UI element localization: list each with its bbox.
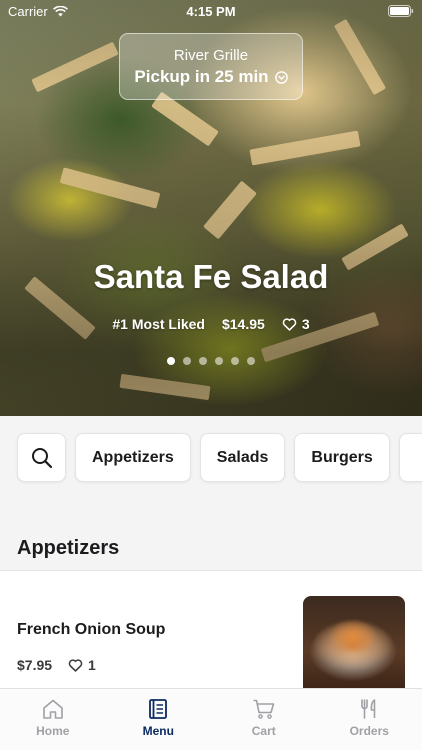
tab-home-label: Home	[36, 724, 70, 738]
tab-cart-label: Cart	[251, 724, 276, 738]
cart-icon	[253, 699, 275, 719]
menu-screen: Carrier 4:15 PM River Grille Pickup in 2…	[0, 0, 422, 750]
carousel-dot[interactable]	[247, 357, 255, 365]
carousel-dot[interactable]	[215, 357, 223, 365]
featured-likes[interactable]: 3	[282, 316, 310, 332]
menu-item-meta: $7.95 1	[17, 657, 96, 673]
tab-bar: Home Menu Cart Orders	[0, 688, 422, 750]
tab-orders-label: Orders	[349, 724, 389, 738]
featured-title: Santa Fe Salad	[93, 258, 329, 295]
search-icon	[31, 447, 52, 468]
search-button[interactable]	[17, 433, 66, 482]
menu-item-name: French Onion Soup	[17, 621, 166, 638]
menu-item-price: $7.95	[17, 657, 53, 673]
tab-cart[interactable]: Cart	[211, 689, 317, 750]
featured-likes-count: 3	[301, 316, 310, 332]
menu-item-list: French Onion Soup $7.95 1	[0, 570, 422, 689]
category-bar: Appetizers Salads Burgers	[17, 433, 422, 482]
location-selector[interactable]: River Grille Pickup in 25 min	[119, 33, 303, 100]
featured-badge: #1 Most Liked	[112, 316, 205, 332]
restaurant-name: River Grille	[173, 47, 249, 64]
battery-icon	[388, 5, 414, 20]
carousel-dot[interactable]	[231, 357, 239, 365]
heart-icon	[68, 659, 83, 672]
featured-price: $14.95	[221, 316, 265, 332]
home-icon	[42, 699, 63, 719]
featured-meta: #1 Most Liked $14.95 3	[0, 316, 422, 332]
carousel-dot[interactable]	[167, 357, 175, 365]
category-salads[interactable]: Salads	[199, 433, 286, 482]
orders-icon	[361, 699, 376, 719]
menu-item-likes[interactable]: 1	[68, 657, 96, 673]
carousel-dot[interactable]	[199, 357, 207, 365]
pickup-time: Pickup in 25 min	[120, 67, 302, 87]
menu-item-photo	[303, 596, 405, 689]
heart-icon	[282, 318, 297, 331]
carousel-dot[interactable]	[183, 357, 191, 365]
pickup-label: Pickup in 25 min	[134, 67, 269, 86]
status-time: 4:15 PM	[186, 4, 236, 19]
menu-icon	[149, 699, 168, 719]
category-more[interactable]	[398, 433, 422, 482]
tab-orders[interactable]: Orders	[317, 689, 422, 750]
category-appetizers[interactable]: Appetizers	[75, 433, 191, 482]
status-bar: Carrier 4:15 PM	[0, 0, 422, 22]
menu-item-likes-count: 1	[88, 657, 96, 673]
featured-hero[interactable]: Carrier 4:15 PM River Grille Pickup in 2…	[0, 0, 422, 416]
tab-home[interactable]: Home	[0, 689, 106, 750]
carousel-page-indicator[interactable]	[0, 357, 422, 365]
section-title: Appetizers	[17, 537, 120, 559]
tab-menu[interactable]: Menu	[106, 689, 212, 750]
tab-menu-label: Menu	[142, 724, 174, 738]
category-burgers[interactable]: Burgers	[294, 433, 390, 482]
chevron-down-icon	[274, 70, 288, 84]
